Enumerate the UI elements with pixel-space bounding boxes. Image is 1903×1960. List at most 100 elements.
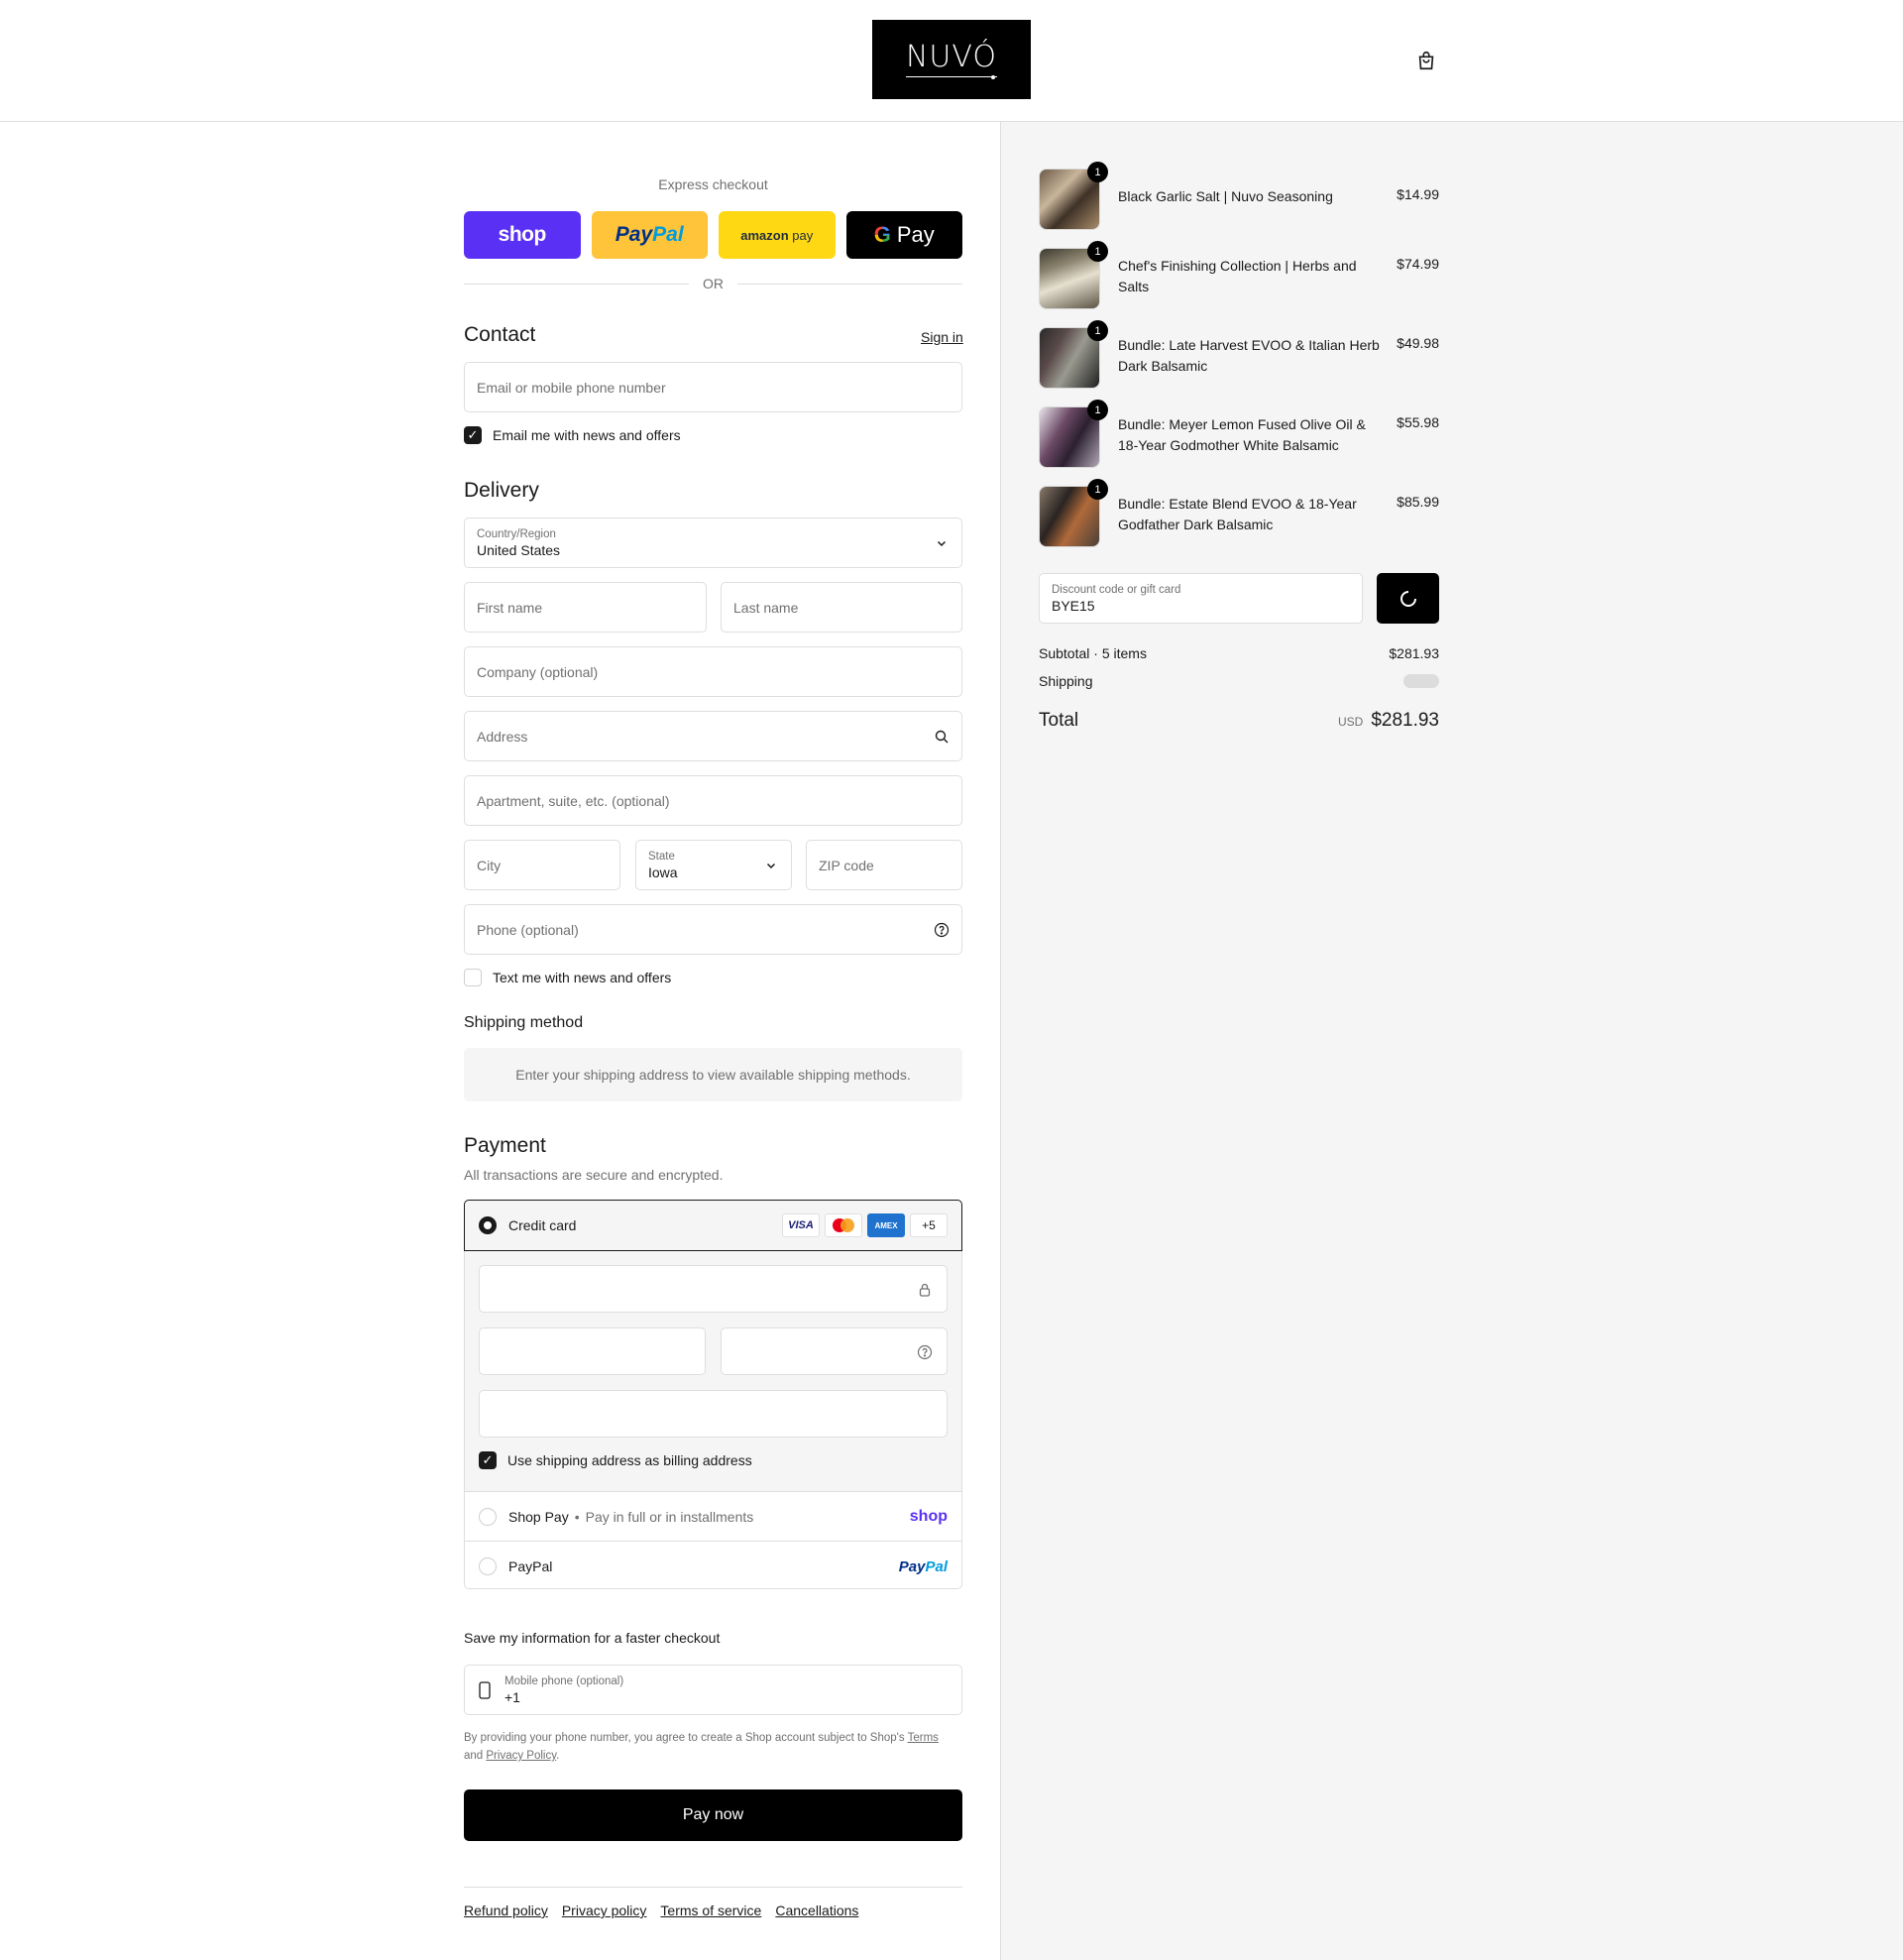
company-field[interactable]: Company (optional): [464, 646, 962, 697]
shopping-bag-icon[interactable]: [1415, 50, 1437, 71]
subtotal-row: Subtotal · 5 items $281.93: [1039, 645, 1439, 661]
help-circle-icon[interactable]: [917, 1344, 933, 1360]
express-checkout-buttons: shop Pay Pal amazon pay G Pay: [464, 211, 962, 259]
quantity-badge: 1: [1087, 400, 1108, 420]
shipping-label: Shipping: [1039, 673, 1093, 689]
name-on-card-field[interactable]: [479, 1390, 948, 1438]
amazon-pay-express-button[interactable]: amazon pay: [719, 211, 836, 259]
quantity-badge: 1: [1087, 320, 1108, 341]
paypal-radio[interactable]: [479, 1557, 497, 1575]
amazon-logo: amazon: [740, 227, 789, 243]
mobile-phone-value: +1: [504, 1688, 520, 1705]
credit-card-radio[interactable]: [479, 1216, 497, 1234]
visa-icon: VISA: [782, 1213, 820, 1237]
email-news-checkbox[interactable]: ✓: [464, 426, 482, 444]
shop-pay-label: Shop Pay: [508, 1508, 569, 1525]
paypal-option[interactable]: PayPal PayPal: [465, 1542, 961, 1591]
quantity-badge: 1: [1087, 479, 1108, 500]
google-pay-express-button[interactable]: G Pay: [845, 211, 962, 259]
quantity-badge: 1: [1087, 162, 1108, 182]
apply-discount-button[interactable]: [1377, 573, 1439, 624]
shipping-row: Shipping: [1039, 673, 1439, 689]
terms-link[interactable]: Terms: [908, 1732, 939, 1744]
privacy-policy-footer-link[interactable]: Privacy policy: [562, 1902, 647, 1918]
first-name-field[interactable]: First name: [464, 582, 707, 633]
paypal-logo-part2: Pal: [652, 223, 684, 246]
discount-code-field[interactable]: Discount code or gift card BYE15: [1039, 573, 1363, 624]
text-news-checkbox-row[interactable]: Text me with news and offers: [464, 969, 671, 986]
pay-now-button[interactable]: Pay now: [464, 1789, 962, 1841]
discount-code-value: BYE15: [1052, 597, 1095, 614]
logo-text: NUVÓ: [905, 42, 997, 77]
refund-policy-link[interactable]: Refund policy: [464, 1902, 548, 1918]
cancellations-link[interactable]: Cancellations: [775, 1902, 858, 1918]
footer-links: Refund policy Privacy policy Terms of se…: [464, 1902, 858, 1918]
expiration-date-field[interactable]: [479, 1327, 706, 1375]
paypal-express-button[interactable]: Pay Pal: [591, 211, 708, 259]
city-field[interactable]: City: [464, 840, 620, 890]
sign-in-link[interactable]: Sign in: [921, 329, 963, 345]
shop-account-disclaimer: By providing your phone number, you agre…: [464, 1729, 962, 1765]
order-summary-panel: [1000, 122, 1903, 1960]
terms-of-service-link[interactable]: Terms of service: [660, 1902, 761, 1918]
shop-pay-express-button[interactable]: shop: [464, 211, 581, 259]
total-value: $281.93: [1371, 710, 1439, 731]
privacy-policy-link[interactable]: Privacy Policy: [486, 1750, 556, 1762]
total-row: Total USD $281.93: [1039, 710, 1439, 732]
subtotal-value: $281.93: [1389, 645, 1439, 661]
zip-field[interactable]: ZIP code: [806, 840, 962, 890]
save-info-heading: Save my information for a faster checkou…: [464, 1630, 721, 1646]
shipping-method-message: Enter your shipping address to view avai…: [464, 1048, 962, 1101]
divider-line: [464, 283, 689, 285]
help-circle-icon[interactable]: [934, 922, 950, 938]
more-cards-badge: +5: [910, 1213, 948, 1237]
amazon-pay-text: pay: [792, 227, 814, 243]
text-news-checkbox[interactable]: [464, 969, 482, 986]
paypal-logo-part1: Pay: [898, 1557, 926, 1575]
shop-pay-option[interactable]: Shop Pay • Pay in full or in installment…: [465, 1492, 961, 1542]
shipping-method-text: Enter your shipping address to view avai…: [515, 1067, 911, 1083]
apartment-placeholder: Apartment, suite, etc. (optional): [477, 792, 670, 809]
quantity-badge: 1: [1087, 241, 1108, 262]
address-field[interactable]: Address: [464, 711, 962, 761]
disclaimer-text-1: By providing your phone number, you agre…: [464, 1732, 908, 1744]
shop-pay-logo: shop: [909, 1507, 948, 1525]
billing-address-checkbox[interactable]: ✓: [479, 1451, 497, 1469]
phone-field[interactable]: Phone (optional): [464, 904, 962, 955]
apartment-field[interactable]: Apartment, suite, etc. (optional): [464, 775, 962, 826]
security-code-field[interactable]: [721, 1327, 948, 1375]
company-placeholder: Company (optional): [477, 663, 599, 680]
total-currency: USD: [1337, 715, 1364, 729]
subtotal-label: Subtotal · 5 items: [1039, 645, 1147, 661]
product-price: $85.99: [1397, 494, 1439, 510]
divider-line: [737, 283, 962, 285]
product-name: Bundle: Estate Blend EVOO & 18-Year Godf…: [1118, 496, 1357, 532]
google-pay-text: Pay: [896, 222, 935, 247]
email-news-checkbox-row[interactable]: ✓ Email me with news and offers: [464, 426, 681, 444]
state-select[interactable]: State Iowa: [635, 840, 792, 890]
store-logo[interactable]: NUVÓ: [872, 20, 1031, 99]
country-value: United States: [477, 541, 561, 558]
delivery-heading: Delivery: [464, 479, 539, 502]
logo-dot: [991, 75, 995, 79]
mastercard-icon: [825, 1213, 862, 1237]
email-field[interactable]: Email or mobile phone number: [464, 362, 962, 412]
credit-card-option[interactable]: Credit card VISA AMEX +5: [464, 1200, 962, 1251]
search-icon: [935, 730, 949, 743]
mobile-phone-field[interactable]: Mobile phone (optional) +1: [464, 1665, 962, 1715]
contact-heading: Contact: [464, 323, 536, 346]
state-label: State: [648, 850, 675, 863]
product-price: $14.99: [1397, 186, 1439, 202]
card-number-field[interactable]: [479, 1265, 948, 1313]
city-placeholder: City: [477, 857, 502, 873]
country-select[interactable]: Country/Region United States: [464, 518, 962, 568]
last-name-field[interactable]: Last name: [721, 582, 962, 633]
payment-methods: Credit card VISA AMEX +5 ✓ Use shipping …: [464, 1200, 962, 1589]
last-name-placeholder: Last name: [733, 599, 799, 616]
checkout-header: NUVÓ: [0, 0, 1903, 122]
billing-address-checkbox-row[interactable]: ✓ Use shipping address as billing addres…: [479, 1451, 752, 1469]
amex-icon: AMEX: [867, 1213, 905, 1237]
shop-pay-radio[interactable]: [479, 1507, 497, 1526]
disclaimer-text-3: .: [556, 1750, 560, 1762]
credit-card-label: Credit card: [508, 1217, 577, 1233]
